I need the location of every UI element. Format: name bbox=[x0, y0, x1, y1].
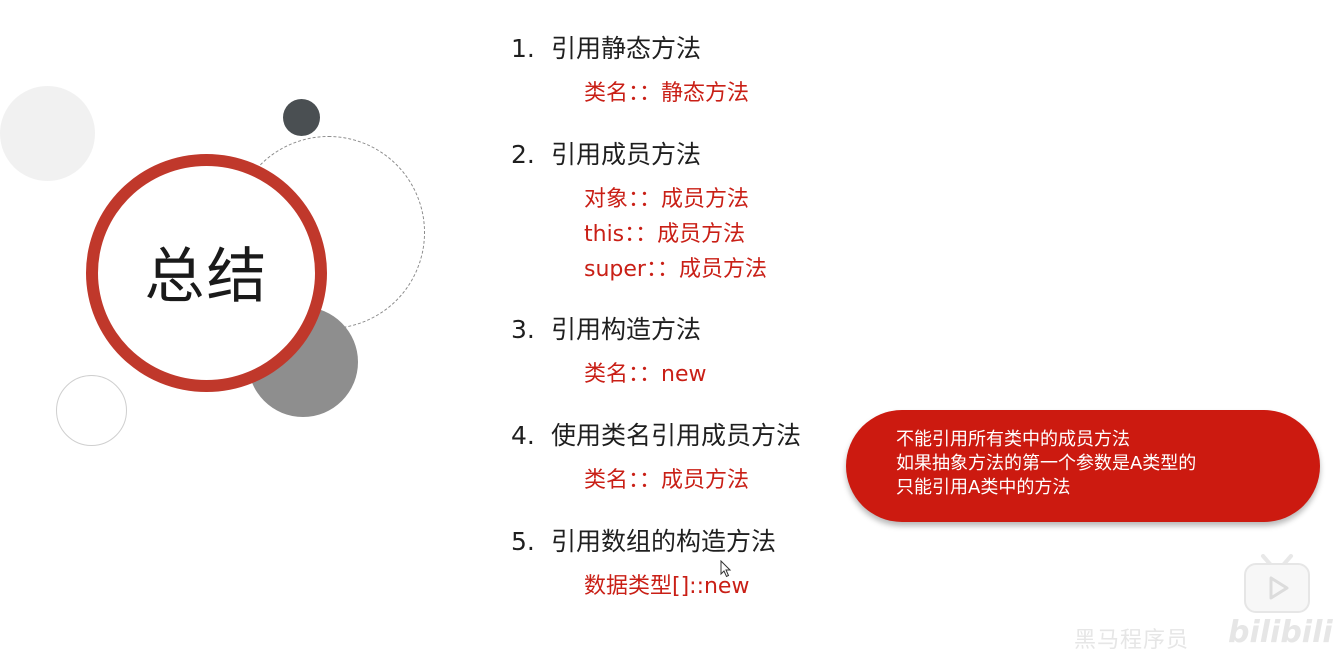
title-ring: 总结 bbox=[86, 154, 327, 392]
callout-line: 只能引用A类中的方法 bbox=[896, 477, 1071, 498]
callout-line: 不能引用所有类中的成员方法 bbox=[896, 429, 1130, 450]
watermark-text: 黑马程序员 bbox=[1074, 628, 1190, 650]
list-item-example: this：：成员方法 bbox=[584, 222, 746, 247]
list-item-number: 4. bbox=[511, 421, 535, 450]
list-item-heading: 5. 引用数组的构造方法 bbox=[511, 522, 776, 558]
callout-line: 如果抽象方法的第一个参数是A类型的 bbox=[896, 453, 1197, 474]
list-item-heading: 3. 引用构造方法 bbox=[511, 310, 701, 346]
decorative-circle-dark bbox=[283, 99, 320, 136]
list-item-heading: 4. 使用类名引用成员方法 bbox=[511, 416, 801, 452]
list-item-title: 引用静态方法 bbox=[551, 34, 702, 63]
slide-title: 总结 bbox=[144, 241, 269, 312]
list-item-title: 引用构造方法 bbox=[551, 315, 702, 344]
list-item-heading: 1. 引用静态方法 bbox=[511, 29, 701, 65]
bilibili-logo: bilibili bbox=[1228, 615, 1333, 650]
list-item-example: 类名：：静态方法 bbox=[584, 81, 750, 106]
list-item-heading: 2. 引用成员方法 bbox=[511, 135, 701, 171]
list-item-example: 类名：：new bbox=[584, 362, 707, 387]
list-item-number: 5. bbox=[511, 527, 535, 556]
list-item-number: 2. bbox=[511, 140, 535, 169]
mouse-pointer-icon bbox=[720, 560, 732, 578]
slide: 总结 1. 引用静态方法 类名：：静态方法 2. 引用成员方法 对象：：成员方法 t… bbox=[0, 0, 1342, 650]
list-item-title: 引用数组的构造方法 bbox=[551, 527, 777, 556]
decorative-circle-outline bbox=[56, 375, 127, 446]
decorative-circle-light bbox=[0, 86, 95, 181]
list-item-example: 对象：：成员方法 bbox=[584, 187, 750, 212]
note-callout: 不能引用所有类中的成员方法 如果抽象方法的第一个参数是A类型的 只能引用A类中的… bbox=[846, 410, 1320, 522]
list-item-number: 1. bbox=[511, 34, 535, 63]
list-item-title: 使用类名引用成员方法 bbox=[551, 421, 802, 450]
bilibili-tv-icon[interactable] bbox=[1243, 554, 1311, 614]
list-item-example: 类名：：成员方法 bbox=[584, 468, 750, 493]
list-item-title: 引用成员方法 bbox=[551, 140, 702, 169]
list-item-number: 3. bbox=[511, 315, 535, 344]
list-item-example: super：：成员方法 bbox=[584, 257, 767, 282]
